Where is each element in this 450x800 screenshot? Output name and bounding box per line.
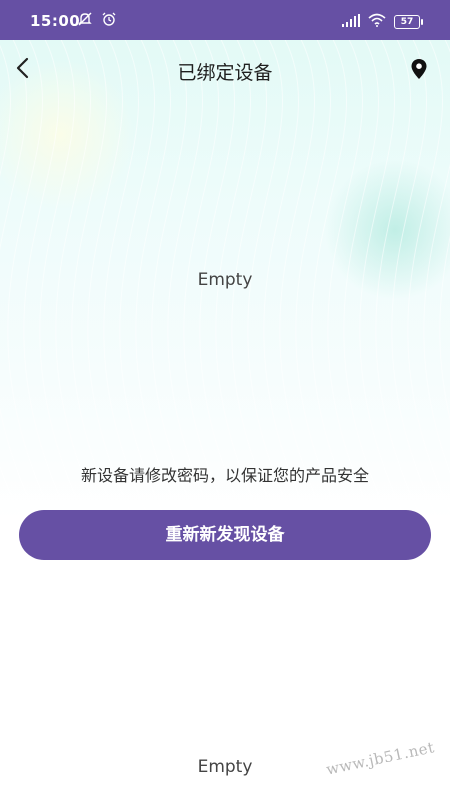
status-right-icons: 57 xyxy=(342,12,423,31)
page-title: 已绑定设备 xyxy=(177,62,273,84)
alarm-icon xyxy=(101,11,117,31)
wifi-icon xyxy=(368,12,386,31)
signal-icon xyxy=(342,12,360,31)
location-pin-icon xyxy=(411,59,427,79)
status-time: 15:00 xyxy=(30,12,81,30)
battery-icon: 57 xyxy=(394,14,423,29)
mute-icon xyxy=(77,11,93,31)
empty-state-top: Empty xyxy=(197,270,253,290)
location-button[interactable] xyxy=(408,57,430,81)
rediscover-devices-button[interactable]: 重新新发现设备 xyxy=(19,510,431,560)
status-bar: 15:00 57 xyxy=(0,0,450,40)
security-hint: 新设备请修改密码，以保证您的产品安全 xyxy=(80,466,369,485)
status-left-icons xyxy=(77,11,117,31)
